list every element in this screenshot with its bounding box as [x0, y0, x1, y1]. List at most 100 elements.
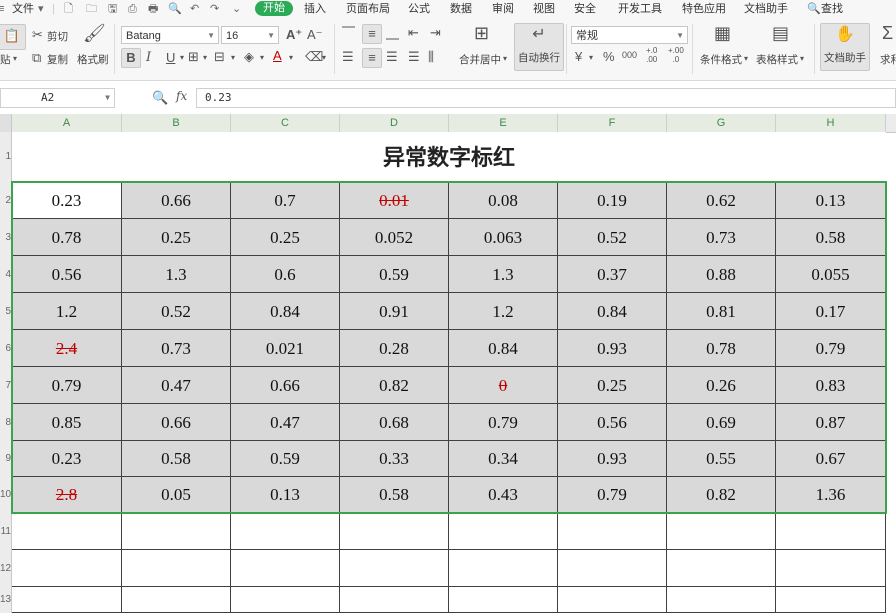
- save-icon[interactable]: 🖫: [108, 2, 117, 16]
- tab-formulas[interactable]: 公式: [408, 2, 430, 16]
- cell-h11[interactable]: [776, 513, 886, 550]
- cell-h8[interactable]: 0.87: [776, 404, 886, 441]
- cell-b4[interactable]: 1.3: [122, 256, 231, 293]
- justify-icon[interactable]: ☰: [408, 50, 420, 64]
- row-header-1[interactable]: 1: [0, 132, 12, 182]
- cell-e11[interactable]: [449, 513, 558, 550]
- column-header-f[interactable]: F: [558, 114, 667, 132]
- align-right-icon[interactable]: ☰: [386, 50, 398, 64]
- increase-decimal-button[interactable]: +.0 .00: [646, 46, 657, 64]
- cell-b13[interactable]: [122, 587, 231, 613]
- cond-format-dropdown-icon[interactable]: ▾: [744, 52, 748, 66]
- cell-e3[interactable]: 0.063: [449, 219, 558, 256]
- menu-icon[interactable]: ≡: [0, 2, 4, 16]
- cell-a7[interactable]: 0.79: [12, 367, 122, 404]
- formula-input[interactable]: 0.23: [196, 88, 896, 108]
- align-bottom-icon[interactable]: ⎽: [386, 26, 399, 40]
- fill-color-icon[interactable]: ◈: [244, 50, 254, 64]
- cell-b5[interactable]: 0.52: [122, 293, 231, 330]
- merge-center-button[interactable]: 合并居中: [459, 52, 501, 67]
- cell-g3[interactable]: 0.73: [667, 219, 776, 256]
- zoom-icon[interactable]: 🔍: [152, 90, 168, 106]
- cell-h13[interactable]: [776, 587, 886, 613]
- cell-a3[interactable]: 0.78: [12, 219, 122, 256]
- font-name-select[interactable]: Batang ▼: [121, 26, 219, 44]
- cell-g10[interactable]: 0.82: [667, 477, 776, 513]
- cell-g2[interactable]: 0.62: [667, 182, 776, 219]
- underline-button[interactable]: U: [166, 51, 175, 65]
- merge-center-icon[interactable]: ⊞: [474, 24, 489, 42]
- cell-d4[interactable]: 0.59: [340, 256, 449, 293]
- sum-icon[interactable]: Σ: [882, 24, 893, 42]
- cell-f7[interactable]: 0.25: [558, 367, 667, 404]
- cell-e9[interactable]: 0.34: [449, 441, 558, 477]
- cell-h9[interactable]: 0.67: [776, 441, 886, 477]
- decrease-decimal-button[interactable]: +.00 .0: [668, 46, 684, 64]
- cell-f12[interactable]: [558, 550, 667, 587]
- cell-g7[interactable]: 0.26: [667, 367, 776, 404]
- align-middle-button[interactable]: ≡: [362, 24, 382, 44]
- decrease-font-icon[interactable]: A⁻: [307, 28, 323, 42]
- cell-b8[interactable]: 0.66: [122, 404, 231, 441]
- paste-button[interactable]: 📋: [0, 24, 26, 50]
- cell-b10[interactable]: 0.05: [122, 477, 231, 513]
- cell-a8[interactable]: 0.85: [12, 404, 122, 441]
- print-icon[interactable]: 🖶: [148, 2, 158, 16]
- copy-button[interactable]: 复制: [47, 52, 68, 67]
- currency-icon[interactable]: ¥: [575, 50, 582, 64]
- cell-c7[interactable]: 0.66: [231, 367, 340, 404]
- row-header-11[interactable]: 11: [0, 513, 12, 550]
- print-preview-icon[interactable]: 🔍: [168, 2, 182, 16]
- cell-f11[interactable]: [558, 513, 667, 550]
- cell-b9[interactable]: 0.58: [122, 441, 231, 477]
- cell-b2[interactable]: 0.66: [122, 182, 231, 219]
- table-style-button[interactable]: 表格样式: [756, 52, 798, 67]
- cell-a6[interactable]: 2.4: [12, 330, 122, 367]
- column-header-h[interactable]: H: [776, 114, 886, 132]
- cell-f6[interactable]: 0.93: [558, 330, 667, 367]
- cell-d11[interactable]: [340, 513, 449, 550]
- cell-e2[interactable]: 0.08: [449, 182, 558, 219]
- cell-e13[interactable]: [449, 587, 558, 613]
- font-size-select[interactable]: 16 ▼: [221, 26, 279, 44]
- table-style-icon[interactable]: ▤: [772, 24, 789, 42]
- column-header-d[interactable]: D: [340, 114, 449, 132]
- cut-button[interactable]: 剪切: [47, 29, 68, 44]
- cell-e8[interactable]: 0.79: [449, 404, 558, 441]
- paste-label[interactable]: 贴: [0, 52, 11, 67]
- border-dropdown-icon[interactable]: ▾: [203, 51, 207, 65]
- fill-color-dropdown-icon[interactable]: ▾: [260, 51, 264, 65]
- row-header-7[interactable]: 7: [0, 367, 12, 404]
- cell-a10[interactable]: 2.8: [12, 477, 122, 513]
- currency-dropdown-icon[interactable]: ▾: [589, 51, 593, 65]
- font-color-dropdown-icon[interactable]: ▾: [289, 51, 293, 65]
- undo-icon[interactable]: ↶: [190, 2, 199, 16]
- cell-h12[interactable]: [776, 550, 886, 587]
- cell-f3[interactable]: 0.52: [558, 219, 667, 256]
- number-format-select[interactable]: 常规 ▼: [571, 26, 688, 44]
- cell-c4[interactable]: 0.6: [231, 256, 340, 293]
- bold-button[interactable]: B: [121, 48, 141, 68]
- cell-g13[interactable]: [667, 587, 776, 613]
- cell-e5[interactable]: 1.2: [449, 293, 558, 330]
- cell-c13[interactable]: [231, 587, 340, 613]
- redo-icon[interactable]: ↷: [210, 2, 219, 16]
- cell-c3[interactable]: 0.25: [231, 219, 340, 256]
- cell-c9[interactable]: 0.59: [231, 441, 340, 477]
- italic-button[interactable]: I: [146, 51, 151, 65]
- merge-dropdown-icon[interactable]: ▾: [231, 51, 235, 65]
- percent-button[interactable]: %: [603, 50, 615, 64]
- tab-view[interactable]: 视图: [533, 2, 555, 16]
- conditional-format-button[interactable]: 条件格式: [700, 52, 742, 67]
- function-icon[interactable]: fx: [176, 89, 187, 103]
- thousands-button[interactable]: 000: [622, 48, 637, 62]
- underline-dropdown-icon[interactable]: ▾: [180, 51, 184, 65]
- tab-page-layout[interactable]: 页面布局: [346, 2, 390, 16]
- font-color-icon[interactable]: A: [273, 49, 282, 63]
- tab-doc-helper[interactable]: 文档助手: [744, 2, 788, 16]
- file-menu[interactable]: 文件: [12, 2, 34, 16]
- cell-e6[interactable]: 0.84: [449, 330, 558, 367]
- cell-d12[interactable]: [340, 550, 449, 587]
- cell-c10[interactable]: 0.13: [231, 477, 340, 513]
- row-header-9[interactable]: 9: [0, 441, 12, 477]
